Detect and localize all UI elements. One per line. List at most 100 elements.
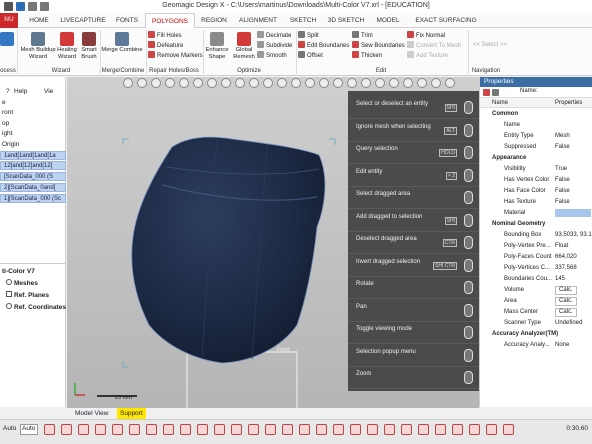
application-menu-button[interactable]: NU — [0, 13, 18, 28]
redo-icon[interactable] — [503, 424, 514, 435]
tree-item-selected[interactable]: 2][ScanData_0and[ — [0, 183, 66, 192]
tree-item-selected[interactable]: 1][ScanData_000 (Sc — [0, 194, 66, 203]
property-value[interactable]: Undefined — [555, 318, 582, 328]
render-icon[interactable] — [367, 424, 378, 435]
hide-icon[interactable] — [418, 424, 429, 435]
tree-item[interactable]: e — [2, 99, 6, 106]
edit-boundaries-button[interactable]: Edit Boundaries — [298, 41, 349, 51]
property-row[interactable]: Has Vertex Color False — [480, 175, 592, 185]
tree-item-front[interactable]: ront — [2, 109, 13, 116]
property-value[interactable]: Float — [555, 241, 568, 251]
merge-combine-button[interactable]: Merge Combine — [100, 32, 144, 54]
property-row[interactable]: Visibility True — [480, 164, 592, 174]
property-row[interactable]: Mass Center Calc. — [480, 307, 592, 317]
grid-icon[interactable] — [401, 424, 412, 435]
property-row[interactable]: Entity Type Mesh — [480, 131, 592, 141]
property-value[interactable]: Calc. — [555, 308, 577, 317]
property-value[interactable]: 93.5033, 93.1 — [555, 230, 592, 240]
trim-button[interactable]: Trim — [352, 31, 373, 41]
help-button[interactable]: Help — [14, 88, 27, 95]
property-value[interactable]: False — [555, 186, 570, 196]
help-icon[interactable]: ? — [6, 88, 10, 95]
section-icon[interactable] — [299, 424, 310, 435]
tab-sketch[interactable]: SKETCH — [286, 13, 320, 28]
scan-button[interactable] — [0, 32, 14, 47]
mode-select[interactable]: Auto — [3, 425, 16, 432]
point-icon[interactable] — [129, 424, 140, 435]
unlock-icon[interactable] — [469, 424, 480, 435]
tab-3d-sketch[interactable]: 3D SKETCH — [324, 13, 368, 28]
lock-icon[interactable] — [452, 424, 463, 435]
property-value[interactable]: False — [555, 175, 570, 185]
tree-item-right[interactable]: ight — [2, 130, 12, 137]
property-value[interactable]: False — [555, 197, 570, 207]
property-row[interactable]: Poly-Vertices C... 337,568 — [480, 263, 592, 273]
enhance-shape-button[interactable]: Enhance Shape — [204, 32, 230, 61]
fix-normal-button[interactable]: Fix Normal — [407, 31, 445, 41]
plane-icon[interactable] — [214, 424, 225, 435]
mesh-icon[interactable] — [95, 424, 106, 435]
sew-boundaries-button[interactable]: Sew Boundaries — [352, 41, 405, 51]
property-row[interactable]: Poly-Faces Count 664,020 — [480, 252, 592, 262]
property-row[interactable]: Suppressed False — [480, 142, 592, 152]
measure-icon[interactable] — [282, 424, 293, 435]
tab-polygons[interactable]: POLYGONS — [145, 13, 195, 29]
defeature-button[interactable]: Defeature — [148, 41, 183, 51]
tab-region[interactable]: REGION — [198, 13, 230, 28]
solid-icon[interactable] — [180, 424, 191, 435]
thicken-button[interactable]: Thicken — [352, 51, 382, 61]
property-value[interactable]: None — [555, 340, 569, 350]
property-value[interactable]: Calc. — [555, 297, 577, 306]
tree-item-selected[interactable]: [ScanData_000 (S — [0, 172, 66, 181]
property-row[interactable]: Material — [480, 208, 592, 218]
tree-item-origin[interactable]: Origin — [2, 141, 19, 148]
tree-item-top[interactable]: op — [2, 120, 9, 127]
remove-markers-button[interactable]: Remove Markers — [148, 51, 203, 61]
property-row[interactable]: Volume Calc. — [480, 285, 592, 295]
property-row[interactable]: Boundaries Cou... 145 — [480, 274, 592, 284]
deviation-icon[interactable] — [316, 424, 327, 435]
smooth-button[interactable]: Smooth — [257, 51, 287, 61]
property-row[interactable]: Accuracy Analy... None — [480, 340, 592, 350]
tree-item-ref-planes[interactable]: Ref. Planes — [6, 291, 49, 299]
global-remesh-button[interactable]: Global Remesh — [230, 32, 258, 61]
coordinate-icon[interactable] — [248, 424, 259, 435]
light-icon[interactable] — [350, 424, 361, 435]
snap-icon[interactable] — [265, 424, 276, 435]
smart-brush-button[interactable]: Smart Brush — [78, 32, 100, 61]
property-row[interactable]: Bounding Box 93.5033, 93.1 — [480, 230, 592, 240]
sort-icon[interactable] — [483, 89, 490, 96]
property-value[interactable]: Mesh — [555, 131, 570, 141]
tab-livecapture[interactable]: LIVECAPTURE — [58, 13, 108, 28]
vector-icon[interactable] — [231, 424, 242, 435]
tab-model-view[interactable]: Model View — [75, 410, 108, 417]
healing-wizard-button[interactable]: Healing Wizard — [56, 32, 78, 61]
tab-fonts[interactable]: FONTS — [112, 13, 142, 28]
property-value[interactable]: True — [555, 164, 567, 174]
property-row[interactable]: Has Face Color False — [480, 186, 592, 196]
mode-dropdown[interactable]: Auto — [20, 424, 38, 435]
region-icon[interactable] — [112, 424, 123, 435]
surface-icon[interactable] — [163, 424, 174, 435]
tree-item-selected[interactable]: 12]and[12]and[12] — [0, 161, 66, 170]
camera-icon[interactable] — [384, 424, 395, 435]
fill-holes-button[interactable]: Fill Holes — [148, 31, 182, 41]
category-icon[interactable] — [492, 89, 499, 96]
property-row[interactable]: Scanner Type Undefined — [480, 318, 592, 328]
decimate-button[interactable]: Decimate — [257, 31, 291, 41]
tree-item-selected[interactable]: 1and[1and[1and[1a — [0, 151, 66, 160]
tab-exact-surfacing[interactable]: EXACT SURFACING — [408, 13, 484, 28]
property-value[interactable] — [555, 209, 591, 217]
tab-model[interactable]: MODEL — [372, 13, 404, 28]
tree-item-ref-coordinates[interactable]: Ref. Coordinates — [6, 303, 66, 311]
tab-home[interactable]: HOME — [24, 13, 54, 28]
property-row[interactable]: Poly-Vertex Pre... Float — [480, 241, 592, 251]
view-button[interactable]: Vie — [44, 88, 53, 95]
tab-support[interactable]: Support — [117, 408, 146, 419]
analysis-icon[interactable] — [333, 424, 344, 435]
tab-alignment[interactable]: ALIGNMENT — [234, 13, 282, 28]
layer-icon[interactable] — [78, 424, 89, 435]
property-value[interactable]: 145 — [555, 274, 565, 284]
add-texture-button[interactable]: Add Texture — [407, 51, 448, 61]
navigation-select-dropdown[interactable]: << Select >> — [473, 41, 507, 50]
